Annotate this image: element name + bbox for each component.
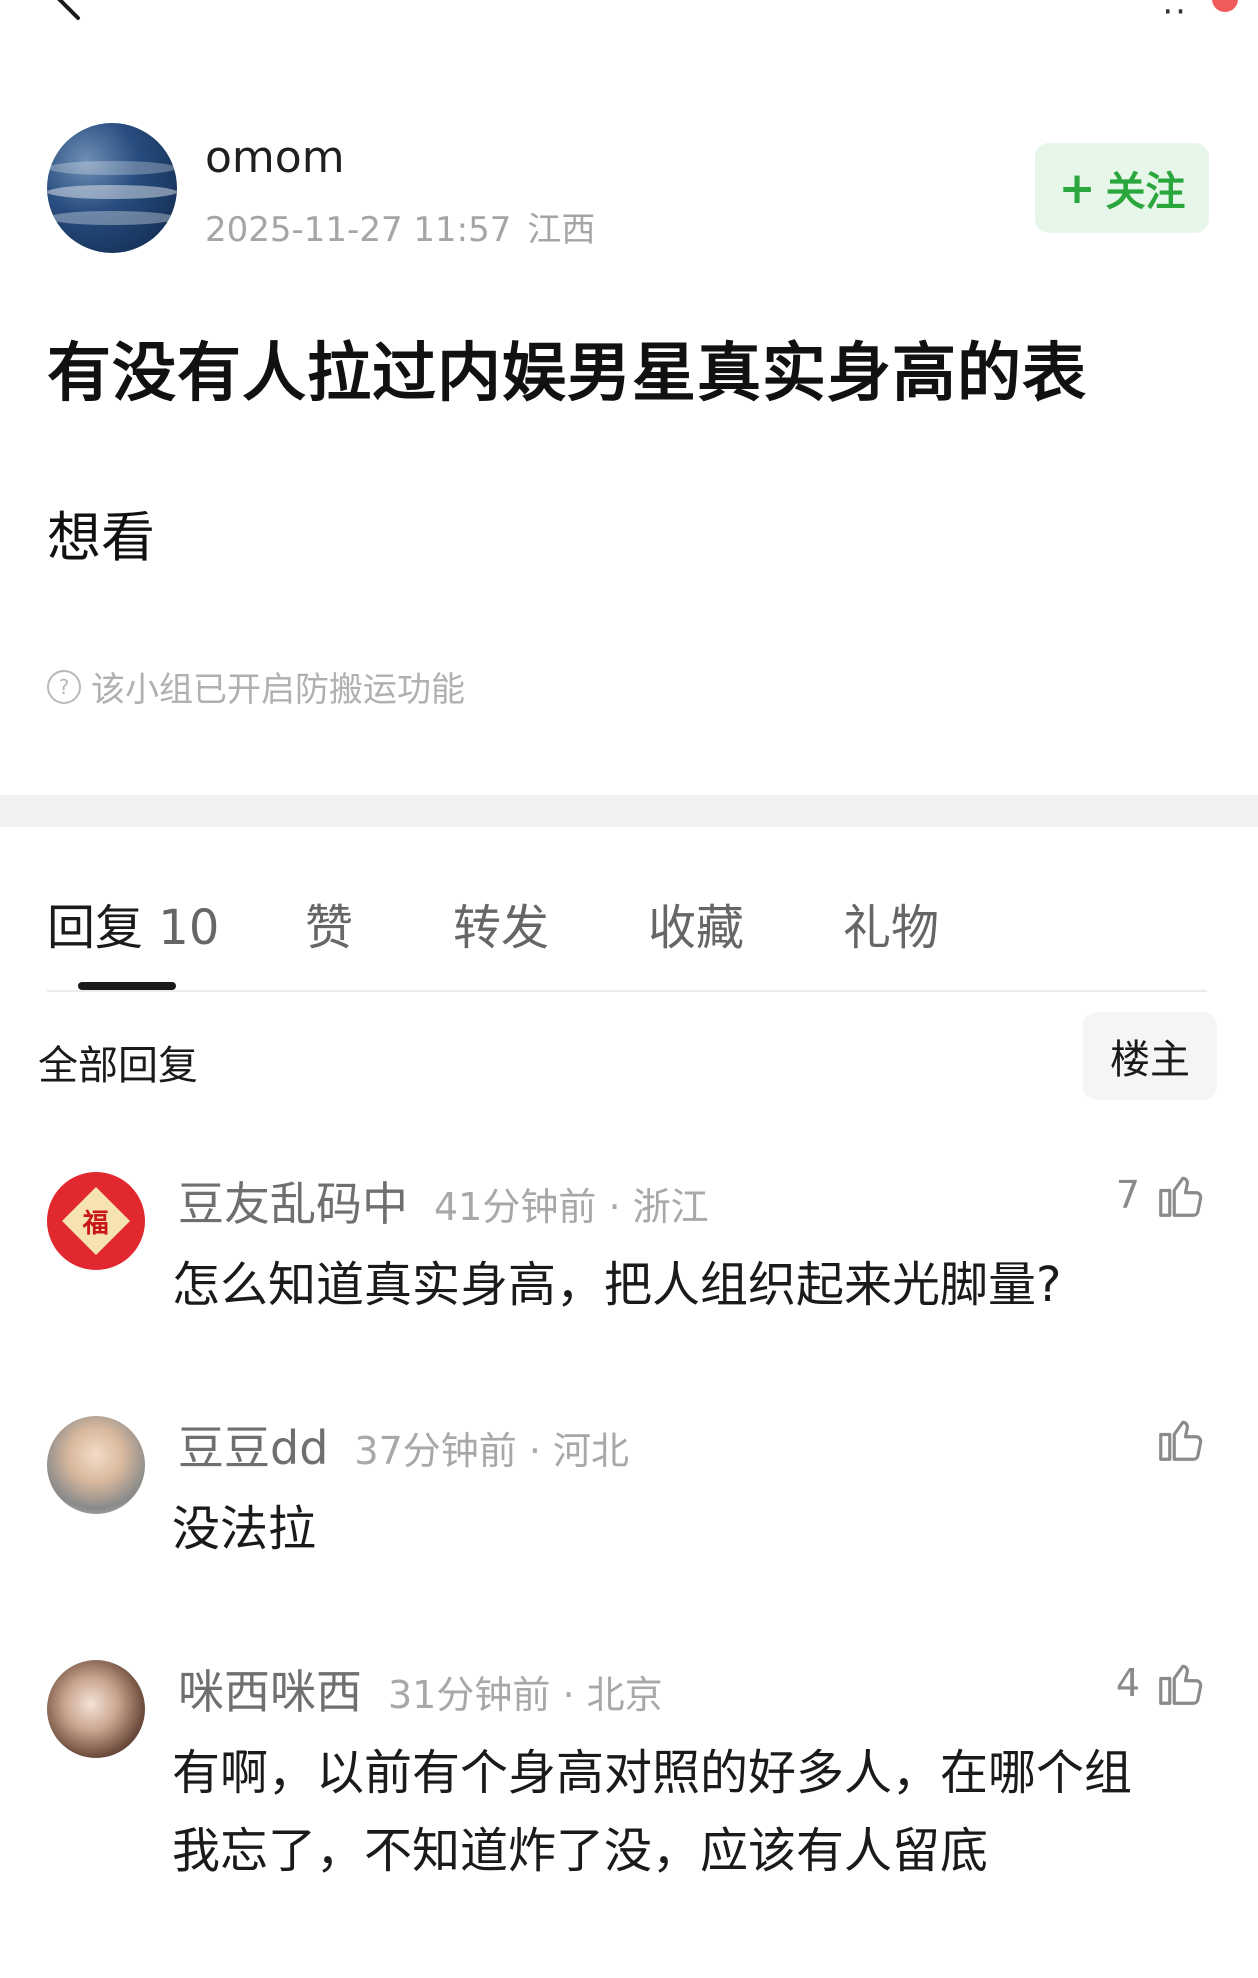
tab-replies-label: 回复 <box>47 900 144 956</box>
post-title: 有没有人拉过内娱男星真实身高的表 <box>47 337 1087 411</box>
notification-badge <box>1212 0 1238 12</box>
comment-location: 北京 <box>586 1673 663 1717</box>
like-button[interactable] <box>1140 1412 1208 1466</box>
comment-location: 浙江 <box>632 1185 709 1229</box>
tab-gifts[interactable]: 礼物 <box>843 888 939 958</box>
like-count: 4 <box>1115 1661 1140 1705</box>
comment-header: 豆豆dd 37分钟前 · 河北 <box>178 1412 629 1478</box>
comment-header: 豆友乱码中 41分钟前 · 浙江 <box>178 1168 709 1234</box>
comment-meta: 41分钟前 · 浙江 <box>434 1176 709 1231</box>
post-location: 江西 <box>527 210 596 250</box>
tab-reposts[interactable]: 转发 <box>453 888 549 958</box>
commenter-avatar[interactable]: 福 <box>47 1172 145 1270</box>
tab-replies-count: 10 <box>158 900 220 956</box>
meta-separator: · <box>608 1185 621 1229</box>
comment-time: 37分钟前 <box>354 1429 517 1473</box>
tab-likes[interactable]: 赞 <box>305 888 353 958</box>
comment-text: 有啊，以前有个身高对照的好多人，在哪个组我忘了，不知道炸了没，应该有人留底 <box>172 1745 1133 1879</box>
commenter-name[interactable]: 豆友乱码中 <box>178 1168 408 1234</box>
commenter-name[interactable]: 豆豆dd <box>178 1412 328 1478</box>
anti-repost-text: 该小组已开启防搬运功能 <box>91 670 465 710</box>
help-icon: ? <box>47 669 81 704</box>
back-arrow-icon[interactable] <box>40 0 90 40</box>
comment-time: 31分钟前 <box>388 1673 551 1717</box>
like-button[interactable]: 4 <box>1116 1656 1208 1710</box>
tab-favorites[interactable]: 收藏 <box>648 888 744 958</box>
commenter-avatar[interactable] <box>47 1416 145 1514</box>
all-replies-label[interactable]: 全部回复 <box>38 1033 198 1091</box>
follow-label: 关注 <box>1105 169 1186 215</box>
like-count: 7 <box>1115 1173 1140 1217</box>
section-divider <box>0 795 1258 827</box>
post-datetime: 2025-11-27 11:57 <box>205 210 512 250</box>
like-button[interactable]: 7 <box>1116 1168 1208 1222</box>
active-tab-indicator <box>78 982 176 990</box>
thumbs-up-icon <box>1159 1176 1203 1217</box>
comment-text: 没法拉 <box>172 1501 317 1557</box>
anti-repost-notice[interactable]: ? 该小组已开启防搬运功能 <box>47 662 465 711</box>
comment-time: 41分钟前 <box>434 1185 597 1229</box>
post-body: 想看 <box>47 506 155 569</box>
fu-glyph: 福 <box>82 1208 110 1239</box>
tab-replies[interactable]: 回复 10 <box>47 888 219 958</box>
thumbs-up-icon <box>1159 1664 1203 1705</box>
op-only-button[interactable]: 楼主 <box>1083 1012 1217 1100</box>
follow-button[interactable]: + 关注 <box>1035 143 1209 233</box>
author-avatar[interactable] <box>47 123 177 253</box>
comment-location: 河北 <box>553 1429 630 1473</box>
more-icon[interactable]: ·· <box>1162 0 1188 32</box>
comment-header: 咪西咪西 31分钟前 · 北京 <box>178 1656 663 1722</box>
author-name[interactable]: omom <box>205 132 345 183</box>
post-meta: 2025-11-27 11:57 江西 <box>205 202 595 251</box>
comment-text: 怎么知道真实身高，把人组织起来光脚量? <box>172 1257 1062 1313</box>
thumbs-up-icon <box>1159 1420 1203 1461</box>
meta-separator: · <box>562 1673 575 1717</box>
comment-meta: 37分钟前 · 河北 <box>354 1420 629 1475</box>
comment-meta: 31分钟前 · 北京 <box>388 1664 663 1719</box>
commenter-avatar[interactable] <box>47 1660 145 1758</box>
commenter-name[interactable]: 咪西咪西 <box>178 1656 362 1722</box>
tab-divider <box>47 990 1207 992</box>
meta-separator: · <box>528 1429 541 1473</box>
plus-icon: + <box>1058 162 1096 214</box>
